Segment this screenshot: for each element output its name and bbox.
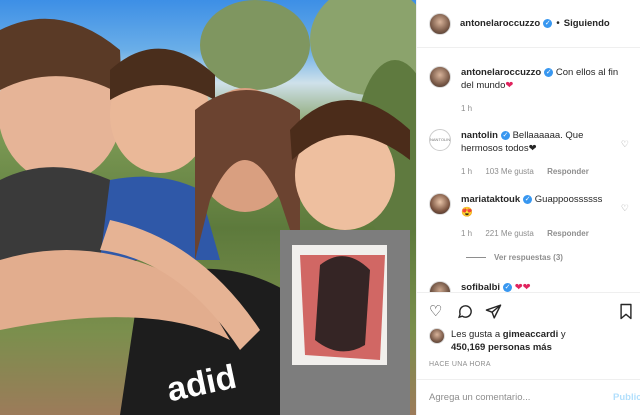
heart-eyes-emoji: 😍 xyxy=(461,207,473,218)
commenter-username[interactable]: mariataktouk xyxy=(461,194,520,205)
verified-icon: ✓ xyxy=(503,282,513,292)
heart-emoji: ❤❤ xyxy=(514,282,531,292)
heart-emoji: ❤ xyxy=(505,80,514,91)
comment-time: 1 h xyxy=(461,167,473,176)
commenter-username[interactable]: nantolin xyxy=(461,130,498,141)
post-actions: ♡ Les gusta a gimeaccardi y 450,169 pers… xyxy=(417,292,640,415)
post-photo[interactable]: adid xyxy=(0,0,416,415)
comment-bubble-icon[interactable] xyxy=(457,303,474,325)
like-comment-heart-icon[interactable]: ♡ xyxy=(621,203,629,214)
caption: antonelaroccuzzo ✓ Con ellos al fin del m… xyxy=(429,66,635,115)
add-comment-bar: Agrega un comentario... Publicar xyxy=(417,379,640,415)
comment-item: mariataktouk ✓ Guappoossssss 😍 1 h 221 Me… xyxy=(429,193,635,240)
comment-input[interactable]: Agrega un comentario... xyxy=(429,392,530,403)
verified-icon: ✓ xyxy=(523,194,533,204)
comments-list[interactable]: antonelaroccuzzo ✓ Con ellos al fin del m… xyxy=(417,49,640,292)
publish-button[interactable]: Publicar xyxy=(613,392,640,403)
author-username[interactable]: antonelaroccuzzo xyxy=(460,18,540,29)
verified-icon: ✓ xyxy=(543,19,553,28)
like-comment-heart-icon[interactable]: ♡ xyxy=(621,139,629,150)
liker-username[interactable]: gimeaccardi xyxy=(503,329,558,340)
likes-suffix[interactable]: personas más xyxy=(488,342,552,353)
post-header: antonelaroccuzzo ✓ • Siguiendo xyxy=(417,0,640,48)
commenter-avatar[interactable] xyxy=(429,193,451,215)
family-photo-illustration: adid xyxy=(0,0,416,415)
caption-avatar[interactable] xyxy=(429,66,451,88)
comment-likes[interactable]: 103 Me gusta xyxy=(485,167,533,176)
reply-button[interactable]: Responder xyxy=(547,167,589,176)
view-replies-button[interactable]: Ver respuestas (3) xyxy=(466,253,563,262)
caption-username[interactable]: antonelaroccuzzo xyxy=(461,67,541,78)
comment-time: 1 h xyxy=(461,229,473,238)
verified-icon: ✓ xyxy=(500,130,510,140)
caption-time: 1 h xyxy=(461,104,473,113)
author-avatar[interactable] xyxy=(429,12,451,35)
comment-item: NANTOLIN nantolin ✓ Bellaaaaaa. Que hermo… xyxy=(429,129,635,178)
post-timestamp[interactable]: HACE UNA HORA xyxy=(429,361,491,368)
likes-prefix: Les gusta a xyxy=(451,329,501,340)
reply-button[interactable]: Responder xyxy=(547,229,589,238)
likes-count[interactable]: 450,169 xyxy=(451,342,485,353)
commenter-avatar[interactable] xyxy=(429,281,451,292)
comment-text: Guappoossssss xyxy=(534,194,603,205)
likes-connector: y xyxy=(560,329,566,340)
likes-summary: Les gusta a gimeaccardi y 450,169 person… xyxy=(429,328,566,354)
comment-item: sofibalbi ✓ ❤❤ xyxy=(429,281,635,292)
bookmark-icon[interactable] xyxy=(619,303,633,325)
separator-dot: • xyxy=(556,18,560,29)
comment-likes[interactable]: 221 Me gusta xyxy=(485,229,533,238)
post-side-panel: antonelaroccuzzo ✓ • Siguiendo antonelar… xyxy=(416,0,640,415)
follow-status-button[interactable]: Siguiendo xyxy=(564,18,610,29)
like-heart-icon[interactable]: ♡ xyxy=(429,303,442,321)
liker-avatar[interactable] xyxy=(429,328,445,344)
commenter-avatar[interactable]: NANTOLIN xyxy=(429,129,451,151)
share-send-icon[interactable] xyxy=(485,303,502,325)
commenter-username[interactable]: sofibalbi xyxy=(461,282,500,292)
verified-icon: ✓ xyxy=(544,67,554,77)
